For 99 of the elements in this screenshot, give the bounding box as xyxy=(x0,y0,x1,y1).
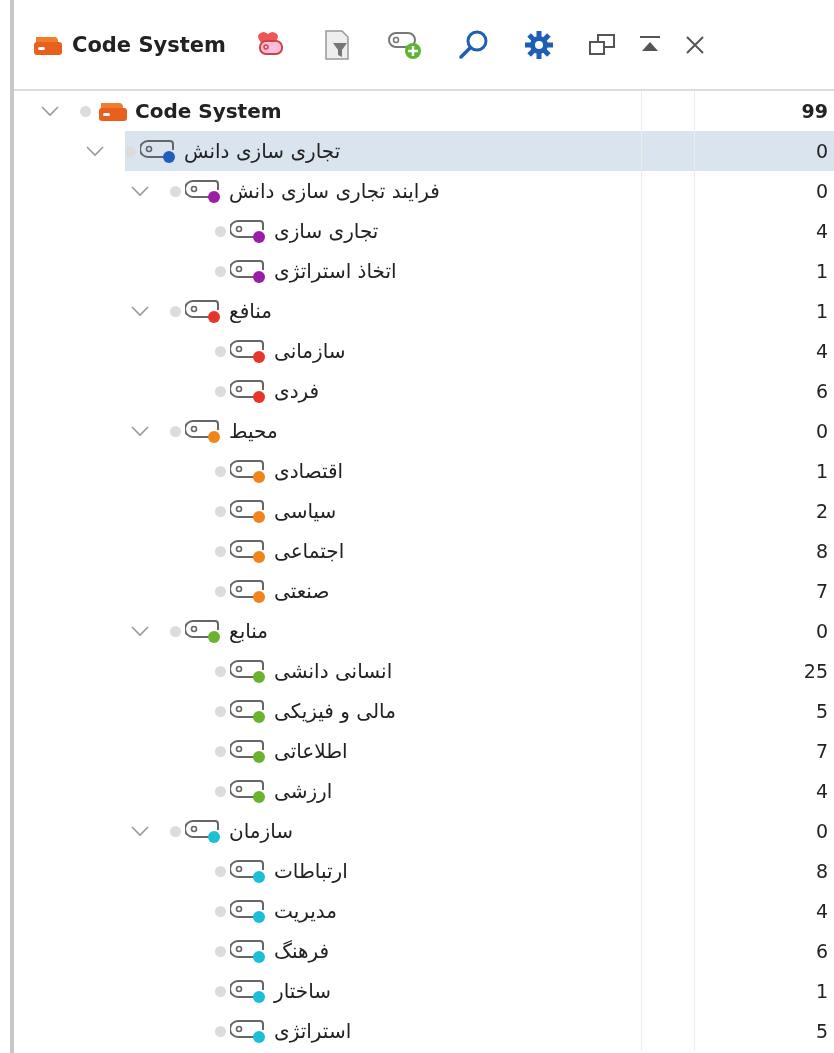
code-label: ارزشی xyxy=(274,779,333,803)
dot-icon xyxy=(215,505,226,517)
tag-icon xyxy=(230,980,264,998)
dot-icon xyxy=(170,825,181,837)
tag-icon xyxy=(185,300,219,318)
tag-icon xyxy=(230,780,264,798)
tag-icon xyxy=(230,540,264,558)
count-cell: 25 xyxy=(694,651,834,691)
code-label: ارتباطات xyxy=(274,859,348,883)
count-cell: 1 xyxy=(694,291,834,331)
count-cell: 1 xyxy=(694,451,834,491)
count-cell: 4 xyxy=(694,891,834,931)
tag-icon xyxy=(230,580,264,598)
tag-icon xyxy=(230,380,264,398)
dot-icon xyxy=(125,145,136,157)
dot-icon xyxy=(215,705,226,717)
dot-icon xyxy=(215,785,226,797)
count-cell: 0 xyxy=(694,131,834,171)
tag-icon xyxy=(230,900,264,918)
code-label: فرایند تجاری سازی دانش xyxy=(229,179,440,203)
count-cell: 8 xyxy=(694,851,834,891)
code-label: منابع xyxy=(229,619,269,643)
count-cell: 0 xyxy=(694,171,834,211)
code-label: سازمانی xyxy=(274,339,346,363)
dot-icon xyxy=(170,305,181,317)
dot-icon xyxy=(215,745,226,757)
panel-title: Code System xyxy=(72,32,226,57)
tag-icon xyxy=(230,740,264,758)
count-cell: 6 xyxy=(694,371,834,411)
code-label: استراتژی xyxy=(274,1019,352,1043)
dot-icon xyxy=(215,905,226,917)
code-label: تجاری سازی xyxy=(274,219,379,243)
count-cell: 8 xyxy=(694,531,834,571)
count-cell: 0 xyxy=(694,411,834,451)
dot-icon xyxy=(215,465,226,477)
tag-icon xyxy=(230,860,264,878)
dot-icon xyxy=(215,265,226,277)
code-label: اطلاعاتی xyxy=(274,739,348,763)
tag-icon xyxy=(230,660,264,678)
count-cell: 4 xyxy=(694,211,834,251)
code-label: مدیریت xyxy=(274,899,338,923)
dot-icon xyxy=(215,1025,226,1037)
count-cell: 5 xyxy=(694,691,834,731)
code-label: فردی xyxy=(274,379,320,403)
dot-icon xyxy=(215,225,226,237)
count-cell: 7 xyxy=(694,731,834,771)
tag-icon xyxy=(185,180,219,198)
count-cell: 2 xyxy=(694,491,834,531)
code-label: تجاری سازی دانش xyxy=(184,139,341,163)
tag-icon xyxy=(230,700,264,718)
count-cell: 1 xyxy=(694,251,834,291)
close-icon[interactable] xyxy=(683,33,706,56)
dot-icon xyxy=(215,545,226,557)
count-cell: 6 xyxy=(694,931,834,971)
count-cell: 7 xyxy=(694,571,834,611)
tag-icon xyxy=(230,500,264,518)
tag-icon xyxy=(230,1020,264,1038)
dot-icon xyxy=(215,665,226,677)
code-label: سازمان xyxy=(229,819,293,843)
code-label: اجتماعی xyxy=(274,539,345,563)
count-cell: 0 xyxy=(694,811,834,851)
tag-icon xyxy=(185,420,219,438)
count-cell: 5 xyxy=(694,1011,834,1051)
tag-icon xyxy=(230,220,264,238)
dot-icon xyxy=(170,625,181,637)
code-label: فرهنگ xyxy=(274,939,330,963)
code-label: سیاسی xyxy=(274,499,337,523)
code-label: صنعتی xyxy=(274,579,330,603)
tag-icon xyxy=(185,620,219,638)
dot-icon xyxy=(215,985,226,997)
code-label: اتخاذ استراتژی xyxy=(274,259,397,283)
code-label: انسانی دانشی xyxy=(274,659,393,683)
dot-icon xyxy=(215,585,226,597)
code-label: مالی و فیزیکی xyxy=(274,699,396,723)
dot-icon xyxy=(215,865,226,877)
window-icon[interactable] xyxy=(587,32,616,57)
dot-icon xyxy=(170,425,181,437)
code-label: محیط xyxy=(229,419,278,443)
code-label: Code System xyxy=(135,99,282,123)
count-cell: 0 xyxy=(694,611,834,651)
code-label: اقتصادی xyxy=(274,459,344,483)
count-cell: 1 xyxy=(694,971,834,1011)
dot-icon xyxy=(170,185,181,197)
dot-icon xyxy=(215,345,226,357)
code-label: منافع xyxy=(229,299,273,323)
tag-icon xyxy=(230,260,264,278)
search-icon[interactable] xyxy=(457,28,490,61)
tag-icon xyxy=(230,460,264,478)
tag-icon xyxy=(140,140,174,158)
tag-icon xyxy=(230,940,264,958)
tag-icon xyxy=(185,820,219,838)
dot-icon xyxy=(215,385,226,397)
dot-icon xyxy=(80,105,91,117)
dot-icon xyxy=(215,945,226,957)
settings-icon[interactable] xyxy=(523,29,554,60)
tag-icon xyxy=(230,340,264,358)
count-cell: 4 xyxy=(694,331,834,371)
count-cell: 4 xyxy=(694,771,834,811)
code-label: ساختار xyxy=(274,979,331,1003)
